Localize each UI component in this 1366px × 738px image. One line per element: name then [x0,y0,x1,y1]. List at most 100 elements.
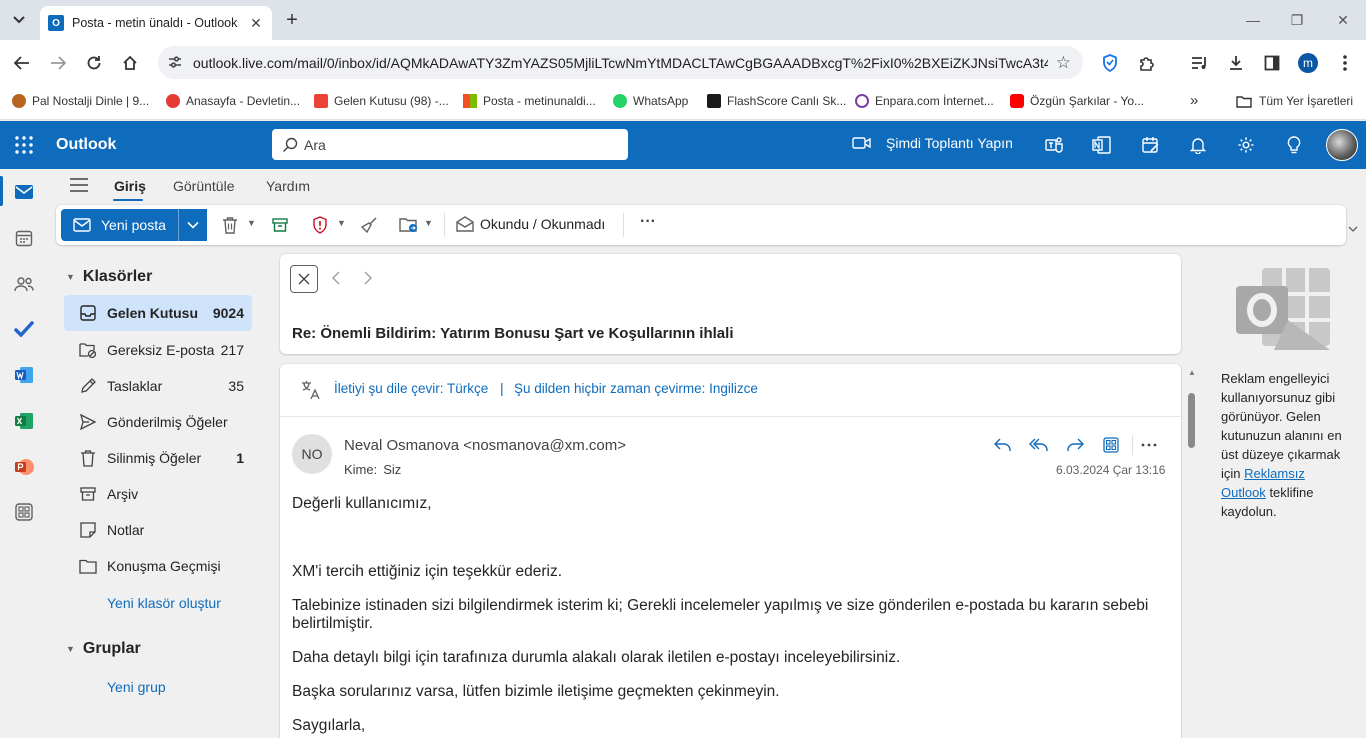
bookmark-item[interactable]: Posta - metinunaldi... [463,94,596,108]
to-value[interactable]: Siz [383,462,401,477]
close-window-button[interactable]: ✕ [1320,8,1366,32]
extensions-puzzle-icon[interactable] [1136,52,1158,74]
new-mail-dropdown[interactable] [178,209,206,241]
home-button[interactable] [118,51,142,75]
folder-notes[interactable]: Notlar [64,512,252,548]
translate-message-link[interactable]: İletiyi şu dile çevir: Türkçe [334,381,488,396]
folder-label: Gelen Kutusu [107,305,199,321]
new-tab-button[interactable]: + [282,10,302,30]
shield-extension-icon[interactable] [1099,52,1121,74]
browser-menu-icon[interactable] [1334,52,1356,74]
download-icon[interactable] [1225,52,1247,74]
folder-junk[interactable]: Gereksiz E-posta 217 [64,332,252,368]
mark-read-unread-button[interactable]: Okundu / Okunmadı [456,216,605,232]
archive-icon[interactable] [272,216,288,234]
move-dropdown-icon[interactable]: ▼ [424,218,433,228]
browser-tab-active[interactable]: O Posta - metin ünaldı - Outlook ✕ [40,6,272,40]
tab-search-button[interactable] [6,8,32,32]
reload-button[interactable] [82,51,106,75]
report-shield-icon[interactable] [312,216,328,234]
mail-app-icon[interactable] [12,180,36,204]
profile-avatar[interactable]: m [1298,53,1318,73]
move-to-folder-icon[interactable] [399,216,419,234]
my-day-icon[interactable] [1139,133,1163,157]
address-bar[interactable]: outlook.live.com/mail/0/inbox/id/AQMkADA… [158,46,1083,79]
calendar-app-icon[interactable] [12,226,36,250]
next-message-icon[interactable] [364,271,372,285]
folder-conversation-history[interactable]: Konuşma Geçmişi [64,548,252,584]
scroll-up-arrow-icon[interactable]: ▲ [1188,368,1196,377]
never-translate-link[interactable]: Şu dilden hiçbir zaman çevirme: Ingilizc… [514,381,758,396]
side-panel-icon[interactable] [1261,52,1283,74]
video-camera-icon [852,137,871,149]
restore-window-button[interactable]: ❐ [1274,8,1320,32]
forward-button[interactable] [46,51,70,75]
tab-help[interactable]: Yardım [266,178,310,194]
bookmarks-overflow-button[interactable]: » [1190,92,1198,109]
toolbar-divider [623,213,624,237]
todo-checkmark-icon[interactable] [12,317,36,341]
tab-view[interactable]: Görüntüle [173,178,234,194]
pencil-icon [78,378,98,394]
bookmark-star-icon[interactable]: ☆ [1056,53,1071,73]
more-apps-icon[interactable] [12,500,36,524]
arrow-right-icon [51,56,66,70]
bookmark-item[interactable]: FlashScore Canlı Sk... [707,94,846,108]
reply-button[interactable] [992,434,1014,456]
all-bookmarks-button[interactable]: Tüm Yer İşaretleri [1236,94,1353,108]
sender-name[interactable]: Neval Osmanova <nosmanova@xm.com> [344,437,626,454]
delete-trash-icon[interactable] [222,216,238,234]
app-launcher-icon[interactable] [14,135,34,155]
sweep-broom-icon[interactable] [360,216,378,234]
apps-grid-button[interactable] [1100,434,1122,456]
site-settings-icon[interactable] [167,54,183,70]
report-dropdown-icon[interactable]: ▼ [337,218,346,228]
notifications-bell-icon[interactable] [1186,133,1210,157]
reply-all-button[interactable] [1028,434,1050,456]
bookmark-item[interactable]: Enpara.com İnternet... [855,94,994,108]
media-queue-icon[interactable] [1189,52,1211,74]
bookmark-item[interactable]: Anasayfa - Devletin... [166,94,300,108]
sender-avatar[interactable]: NO [292,434,332,474]
excel-app-icon[interactable] [12,409,36,433]
folder-deleted[interactable]: Silinmiş Öğeler 1 [64,440,252,476]
search-input[interactable]: Ara [272,129,628,160]
outlook-brand[interactable]: Outlook [56,136,116,154]
word-app-icon[interactable] [12,363,36,387]
folder-inbox[interactable]: Gelen Kutusu 9024 [64,295,252,331]
close-reading-pane-button[interactable] [290,265,318,293]
account-avatar[interactable] [1326,129,1358,161]
more-options-button[interactable]: ··· [640,213,656,231]
more-actions-button[interactable] [1138,434,1160,456]
delete-dropdown-icon[interactable]: ▼ [247,218,256,228]
settings-gear-icon[interactable] [1234,133,1258,157]
minimize-window-button[interactable]: — [1230,8,1276,32]
powerpoint-app-icon[interactable] [12,455,36,479]
forward-button[interactable] [1064,434,1086,456]
folder-archive[interactable]: Arşiv [64,476,252,512]
bookmark-item[interactable]: Özgün Şarkılar - Yo... [1010,94,1144,108]
groups-header[interactable]: ▼ Gruplar [66,640,141,658]
onenote-feed-icon[interactable] [1090,133,1114,157]
people-app-icon[interactable] [12,272,36,296]
folder-drafts[interactable]: Taslaklar 35 [64,368,252,404]
folder-sent[interactable]: Gönderilmiş Öğeler [64,404,252,440]
bookmark-item[interactable]: WhatsApp [613,94,688,108]
new-group-link[interactable]: Yeni grup [107,679,166,695]
reading-pane-scrollbar[interactable] [1188,393,1195,448]
folders-header[interactable]: ▼ Klasörler [66,268,152,286]
bookmark-label: Pal Nostalji Dinle | 9... [32,94,150,108]
bookmark-item[interactable]: Pal Nostalji Dinle | 9... [12,94,149,108]
gmail-favicon-icon [314,94,328,108]
back-button[interactable] [10,51,34,75]
tab-home[interactable]: Giriş [114,178,146,194]
create-new-folder-link[interactable]: Yeni klasör oluştur [107,595,221,611]
ribbon-collapse-chevron-icon[interactable] [1348,226,1358,233]
tips-lightbulb-icon[interactable] [1282,133,1306,157]
meet-now-button[interactable]: Şimdi Toplantı Yapın [852,135,1013,151]
bookmark-item[interactable]: Gelen Kutusu (98) -... [314,94,449,108]
teams-icon[interactable] [1042,133,1066,157]
previous-message-icon[interactable] [332,271,340,285]
hamburger-menu-icon[interactable] [70,178,88,192]
close-tab-icon[interactable]: ✕ [248,15,264,31]
